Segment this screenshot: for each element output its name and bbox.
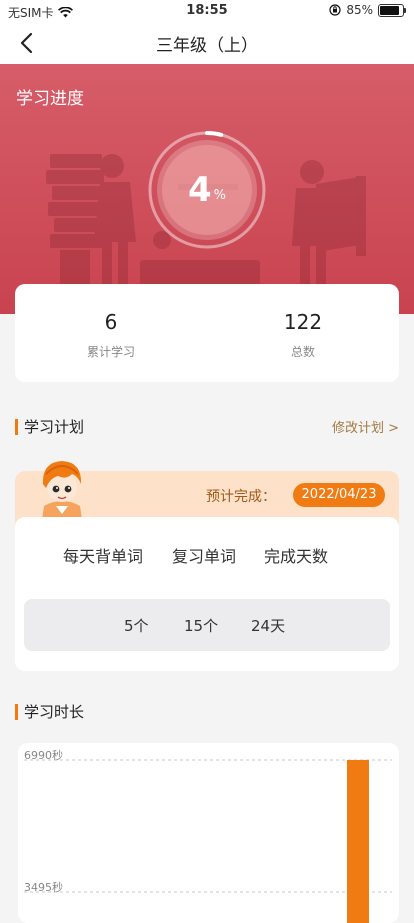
plan-values-row: 5个 15个 24天 [24,599,390,651]
plan-review-value: 15个 [184,617,219,635]
stat-value: 6 [104,310,118,334]
plan-section-header: 学习计划 修改计划 > [15,416,399,438]
estimated-completion-label: 预计完成： [206,489,276,505]
plan-card: 每天背单词 复习单词 完成天数 5个 15个 24天 [15,517,399,671]
status-bar: 无SIM卡 18:55 85% [0,0,414,22]
progress-label: 学习进度 [16,89,84,109]
edit-plan-link[interactable]: 修改计划 > [332,417,399,436]
plan-days-label: 完成天数 [264,547,329,566]
stat-value: 122 [283,310,323,334]
progress-value: 4 % [146,129,268,251]
study-time-section-header: 学习时长 [15,701,399,723]
chart-bar [347,760,369,923]
plan-daily-words-value: 5个 [124,617,149,635]
stats-card: 6 累计学习 122 总数 [15,284,399,382]
section-marker [15,704,18,720]
progress-hero: 学习进度 4 % [0,64,414,314]
stat-learned: 6 累计学习 [15,284,207,382]
mascot-illustration [42,461,82,520]
plan-review-label: 复习单词 [172,547,237,566]
study-time-chart: 6990秒 3495秒 [18,743,399,923]
plan-daily-words-label: 每天背单词 [63,547,144,566]
chart-y-tick-label: 6990秒 [24,748,63,762]
study-time-title: 学习时长 [24,703,85,721]
stat-label: 总数 [290,345,315,359]
plan-title: 学习计划 [24,418,85,436]
nav-bar: 三年级（上） [0,22,414,64]
stat-label: 累计学习 [86,345,135,359]
battery-fill [380,5,399,15]
estimated-completion-date: 2022/04/23 [293,483,385,507]
chart-y-tick-label: 3495秒 [24,880,63,894]
stat-total: 122 总数 [207,284,399,382]
page-title: 三年级（上） [156,36,258,56]
orientation-lock-icon [329,4,341,16]
progress-unit: % [213,187,227,203]
battery-icon [378,3,406,17]
section-marker [15,419,18,435]
battery-percent: 85% [346,3,373,17]
study-time-chart-svg: 6990秒 3495秒 [24,748,392,923]
progress-number: 4 [187,170,212,210]
plan-days-value: 24天 [251,617,286,635]
status-right: 85% [329,3,406,17]
